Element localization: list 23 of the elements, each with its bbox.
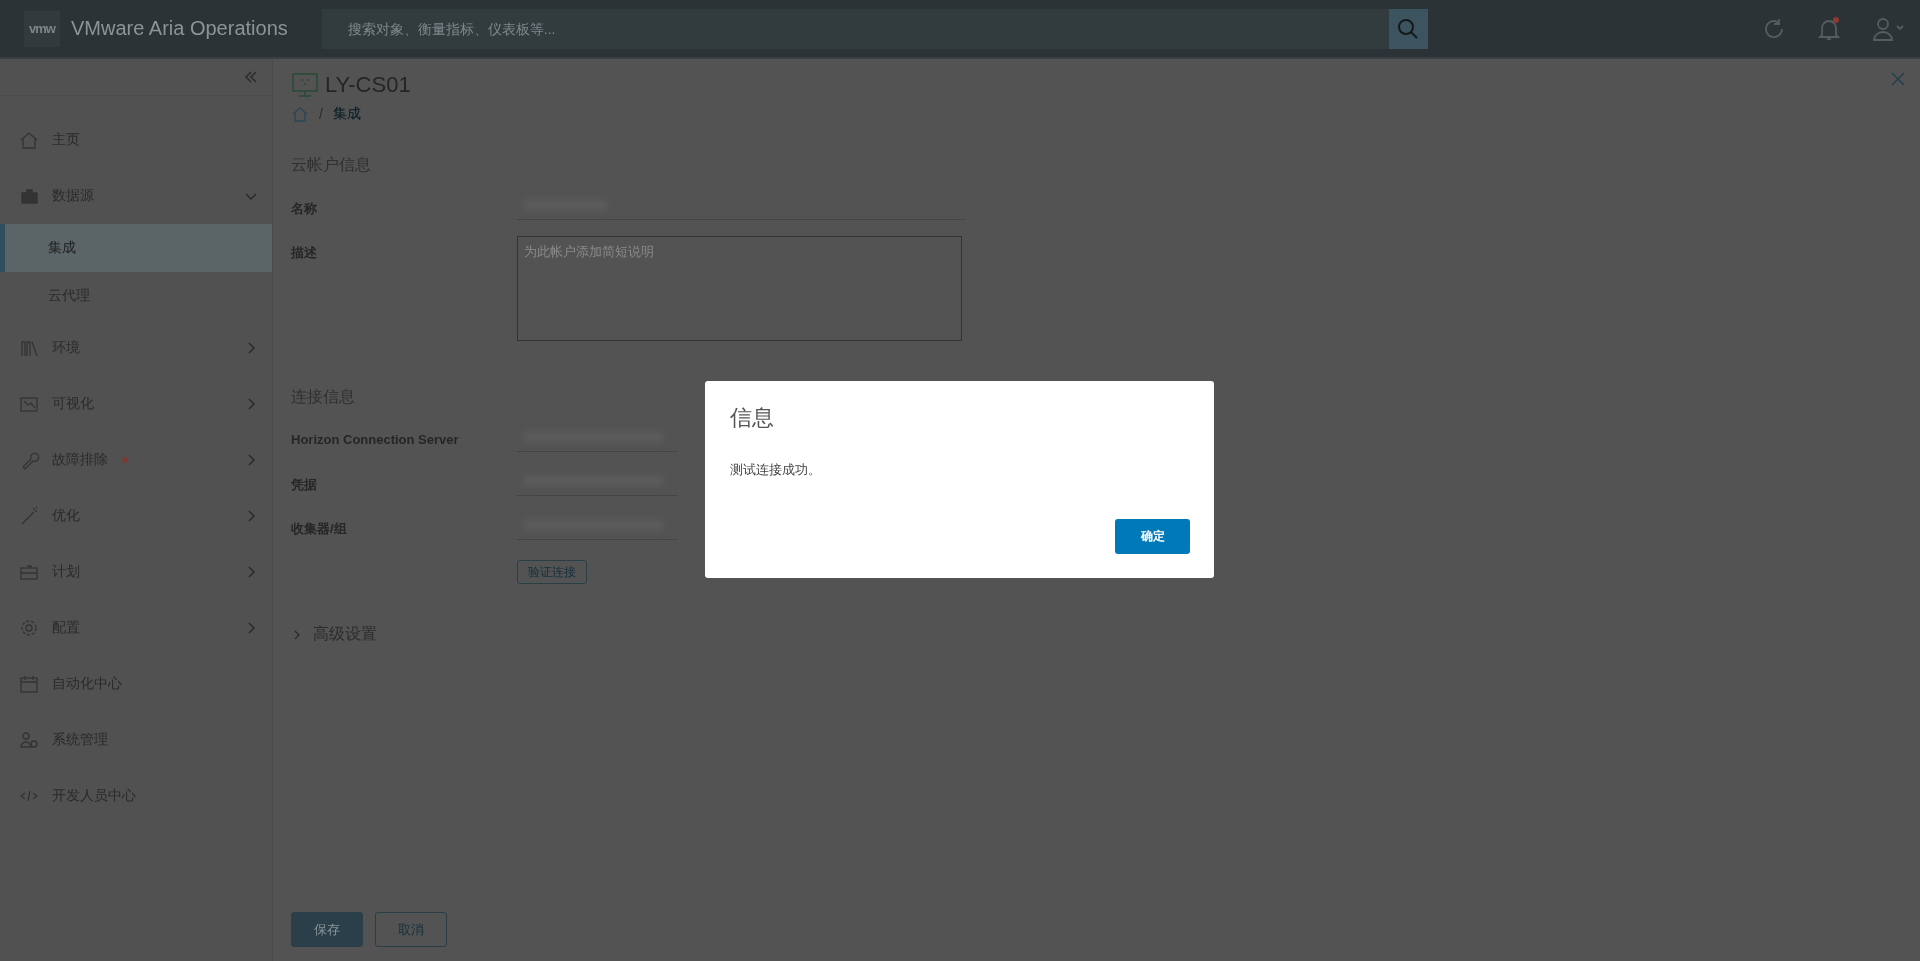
monitor-icon: [291, 71, 319, 99]
search-button[interactable]: [1388, 8, 1428, 49]
dialog-message: 测试连接成功。: [730, 461, 822, 479]
nav-icon: [18, 617, 40, 639]
bell-icon[interactable]: [1816, 15, 1842, 42]
close-icon[interactable]: [1890, 71, 1906, 87]
search-field[interactable]: 搜索对象、衡量指标、仪表板等...: [321, 8, 1389, 49]
nav-item[interactable]: 集成: [0, 224, 272, 272]
nav-icon: [18, 673, 40, 695]
ok-button[interactable]: 确定: [1115, 519, 1190, 554]
nav-icon: [18, 729, 40, 751]
validate-button[interactable]: 验证连接: [517, 560, 587, 584]
product-name: VMware Aria Operations: [71, 17, 288, 40]
dialog-title: 信息: [730, 404, 775, 432]
breadcrumb-link[interactable]: 集成: [332, 105, 361, 123]
user-icon[interactable]: [1872, 15, 1906, 42]
save-button[interactable]: 保存: [291, 912, 363, 947]
breadcrumb-separator: /: [319, 106, 323, 122]
cancel-button[interactable]: 取消: [375, 912, 447, 947]
vmware-logo: vmw: [24, 10, 60, 47]
home-icon[interactable]: [291, 105, 309, 123]
collapse-icon[interactable]: [244, 70, 258, 84]
refresh-icon[interactable]: [1762, 16, 1786, 41]
